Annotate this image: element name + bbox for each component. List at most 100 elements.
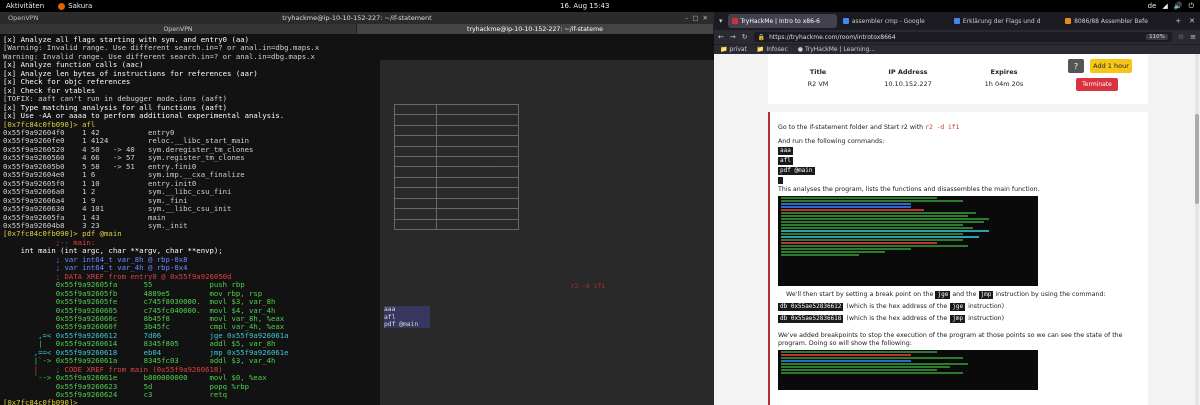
activities-button[interactable]: Aktivitäten (6, 2, 44, 10)
tab-tryhackme[interactable]: TryHackMe | Intro to x86-6 (727, 14, 837, 28)
url-text: https://tryhackme.com/room/introtox8664 (769, 33, 896, 41)
jump-table-cell: js (393, 145, 438, 158)
breakpoint-row-2: db 0x55ae52836618 (which is the hex addre… (778, 314, 1005, 323)
jump-table-cell: Gleich/Null (436, 124, 519, 137)
add-hour-button[interactable]: Add 1 hour (1090, 59, 1132, 73)
machine-info-card: Title R2 VM IP Address 10.10.152.227 Expir… (768, 54, 1148, 104)
help-button[interactable]: ? (1068, 59, 1084, 73)
jump-table-cell: Nicht gleich/Nicht Null (436, 135, 519, 147)
tab-if-statement[interactable]: tryhackme@ip-10-10-152-227: ~/if-stateme (357, 24, 714, 34)
jump-table-cell: jns (393, 156, 438, 168)
tab-google[interactable]: assembler cmp - Google (839, 14, 948, 28)
jump-table-cell: Negativ (436, 145, 519, 158)
browser-tabs[interactable]: ▾ TryHackMe | Intro to x86-6 assembler c… (714, 12, 1200, 30)
task-content: Go to the if-statement folder and Start … (768, 112, 1148, 405)
system-top-bar: Aktivitäten Sakura 16. Aug 15:43 de ◢ 🔊 … (0, 0, 1200, 12)
jump-table-row: jge Größer oder gleich (393, 176, 519, 189)
lock-icon: 🔒 (757, 33, 766, 41)
url-bar[interactable]: 🔒 https://tryhackme.com/room/introtox866… (753, 32, 1172, 42)
close-window-icon[interactable]: ✕ (1186, 17, 1198, 25)
doc-bullet-1: • cmpq source2, source1 – es ist wie die… (394, 71, 661, 79)
google-favicon (842, 18, 849, 24)
jump-table-row: jmp Bedingungslos (393, 114, 519, 126)
zoom-level[interactable]: 110% (1146, 34, 1168, 40)
jump-table-row: jle Weniger oder gleich (393, 197, 519, 210)
jump-table-row: je Gleich/Null (393, 124, 519, 137)
jump-table-row: js Negativ (393, 145, 519, 158)
jump-table-cell: jge (393, 176, 438, 189)
background-document: Bei Angaben verwenden Sie 3 wichtige Hin… (384, 64, 710, 329)
jump-table-row: jg Größer (393, 166, 519, 178)
bookmark-tryhackme[interactable]: ● TryHackMe | Learning... (798, 46, 875, 53)
minimize-icon[interactable]: – (685, 14, 688, 22)
terminal-titlebar[interactable]: OpenVPN tryhackme@ip-10-10-152-227: ~/if… (0, 12, 714, 24)
active-app[interactable]: Sakura (58, 2, 92, 10)
content-cmd: afl (778, 157, 793, 165)
doc-para-2: Die letzten beiden Werte in der Tabelle … (384, 232, 705, 277)
jump-table-row: ja Oben(ohne Vorzeichen) (393, 208, 519, 220)
volume-icon[interactable]: 🔊 (1174, 2, 1183, 11)
clock[interactable]: 16. Aug 15:43 (560, 2, 609, 10)
breakpoint-row-1: db 0x55ae52836612 (which is the hex addre… (778, 302, 1005, 311)
new-tab-icon[interactable]: + (1172, 17, 1184, 25)
jump-table-row: jl Weniger (393, 187, 519, 199)
jump-table-cell: jg (393, 166, 438, 178)
bookmark-star-icon[interactable]: ☆ (1178, 33, 1184, 41)
page-scrollbar[interactable] (1195, 54, 1199, 405)
jump-table-row: jb Unten(ohne Vorzeichen) (393, 218, 519, 230)
tab-flags[interactable]: Erklärung der Flags und d (950, 14, 1059, 28)
terminal-tabs[interactable]: OpenVPN tryhackme@ip-10-10-152-227: ~/if… (0, 24, 714, 34)
system-tray[interactable]: de ◢ 🔊 ⏻ (1148, 2, 1194, 11)
doc-bullet-2: • testq source2, source1 – es ist wie di… (394, 78, 662, 86)
jump-table-cell: Oben(ohne Vorzeichen) (436, 208, 519, 220)
network-icon[interactable]: ◢ (1162, 2, 1167, 11)
jump-table: Sprung-Typ Beschreibung jmp Bedingungslos je… (393, 104, 519, 230)
content-p4: We'll then start by setting a break poin… (786, 290, 1106, 299)
firefox-view-icon[interactable]: ▾ (716, 17, 726, 25)
content-p5: We've added breakpoints to stop the exec… (778, 331, 1123, 347)
inline-code: r2 -d if1 (925, 124, 960, 131)
reload-icon[interactable]: ↻ (742, 33, 748, 41)
jump-table-cell: jle (393, 197, 438, 210)
maximize-icon[interactable]: □ (692, 14, 698, 22)
scrollbar-thumb[interactable] (1195, 114, 1199, 204)
content-p1: Go to the if-statement folder and Start … (778, 124, 960, 131)
jump-table-header: Sprung-Typ (393, 104, 438, 116)
terminal-left-title: OpenVPN (8, 14, 39, 22)
menu-icon[interactable]: ≡ (1190, 33, 1196, 41)
doc-intro: Bei Angaben verwenden Sie 3 wichtige Hin… (384, 64, 594, 71)
jump-table-cell: jb (393, 218, 438, 230)
doc-cmd: aaa (384, 306, 430, 314)
keyboard-layout[interactable]: de (1148, 2, 1157, 11)
content-cmd: pdf @main (778, 167, 815, 175)
bookmark-privat[interactable]: 📁 privat (720, 46, 747, 53)
tab-8086[interactable]: 8086/88 Assembler Befe (1061, 14, 1170, 28)
doc-para-3: Gehen Sie zum Ordner if-Anweisung und st… (384, 283, 605, 291)
page-content[interactable]: Title R2 VM IP Address 10.10.152.227 Expir… (714, 54, 1200, 405)
machine-expires: Expires 1h 04m 20s (984, 68, 1024, 88)
power-icon[interactable]: ⏻ (1188, 2, 1194, 11)
jump-table-row: jns Nicht-negativ (393, 156, 519, 168)
content-p2: And run the following commands: (778, 138, 885, 145)
firefox-window[interactable]: ▾ TryHackMe | Intro to x86-6 assembler c… (714, 12, 1200, 405)
terminal-title: tryhackme@ip-10-10-152-227: ~/if-stateme… (282, 14, 432, 22)
jump-table-row: jne Nicht gleich/Nicht Null (393, 135, 519, 147)
jump-table-cell: Unten(ohne Vorzeichen) (436, 218, 519, 230)
forward-icon[interactable]: → (730, 33, 736, 41)
terminal-line: 0x55f9a9260624 c3 retq (3, 390, 228, 400)
machine-ip: IP Address 10.10.152.227 (884, 68, 932, 88)
content-p3: This analyses the program, lists the fun… (778, 185, 1040, 193)
sakura-app-icon (58, 2, 66, 10)
close-icon[interactable]: ✕ (703, 14, 708, 22)
doc-cmd: afl (384, 313, 430, 321)
bookmark-infosec[interactable]: 📁 Infosec (757, 46, 788, 53)
terminate-button[interactable]: Terminate (1076, 78, 1118, 91)
terminal-line: [0x7fc84c0fb090]> (3, 398, 83, 405)
back-icon[interactable]: ← (718, 33, 724, 41)
content-cmd-empty (778, 176, 1140, 186)
tab-openvpn[interactable]: OpenVPN (0, 24, 357, 34)
tryhackme-favicon (731, 18, 738, 24)
jump-table-cell: Größer (436, 166, 519, 178)
jump-table-cell: ja (393, 208, 438, 220)
jump-table-cell: Nicht-negativ (436, 156, 519, 168)
